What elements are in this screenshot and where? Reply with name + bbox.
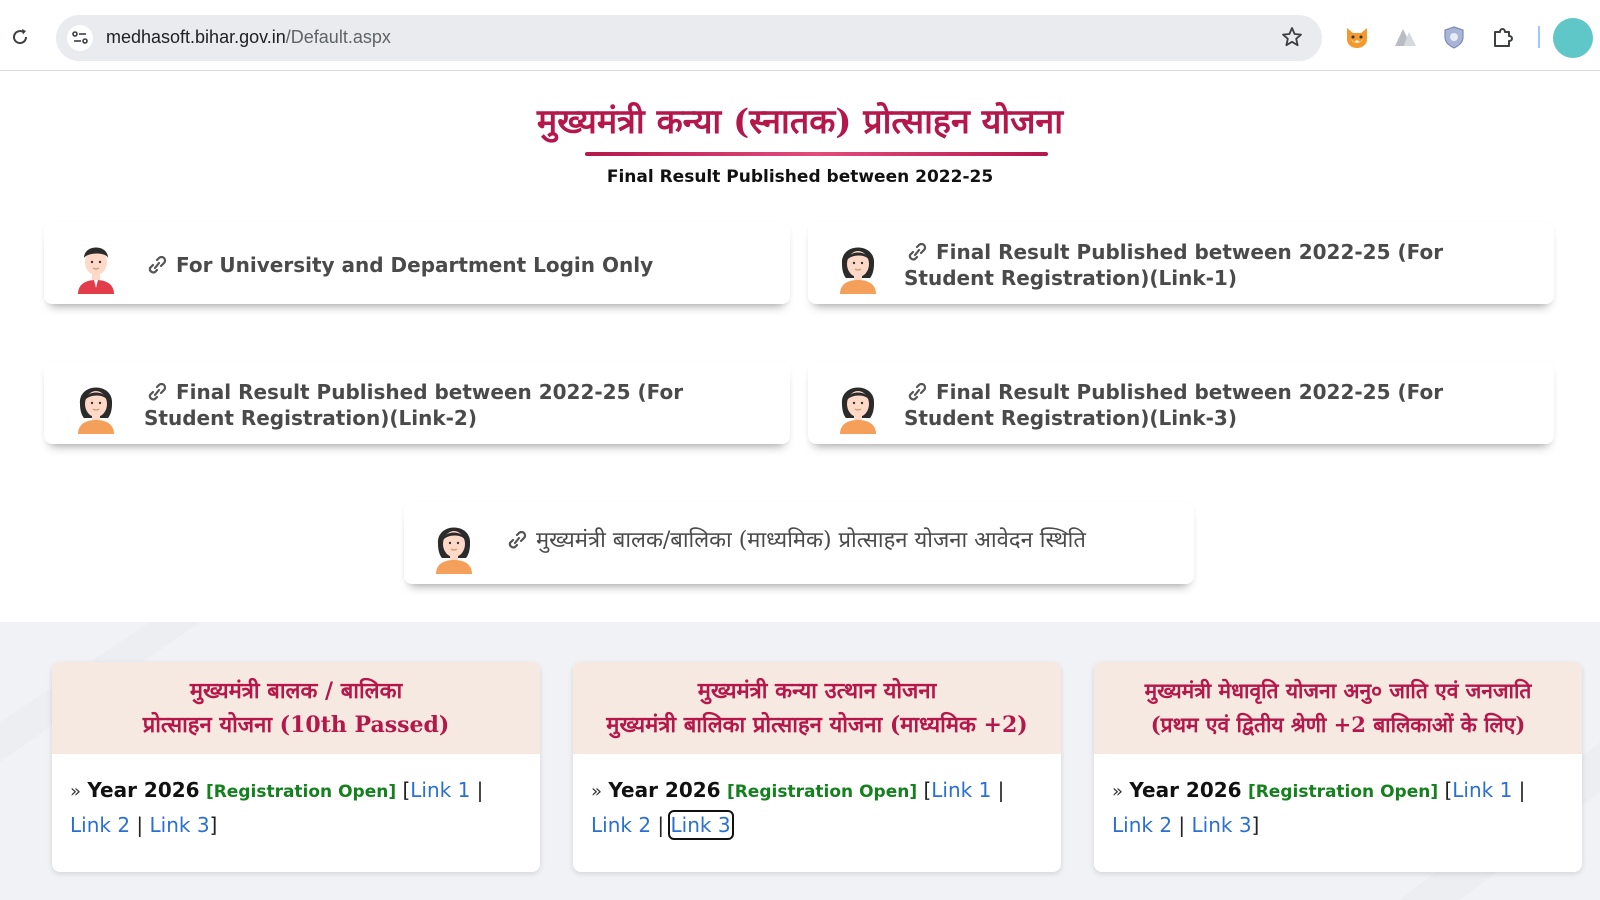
reload-icon[interactable] xyxy=(8,25,32,49)
female-user-icon xyxy=(432,514,476,574)
final-result-link-1-card[interactable]: Final Result Published between 2022-25 (… xyxy=(808,222,1554,304)
scheme-link-2[interactable]: Link 2 xyxy=(70,813,130,837)
link-icon xyxy=(504,531,530,549)
scheme-year: Year 2026 xyxy=(608,778,721,802)
page-subtitle: Final Result Published between 2022-25 xyxy=(606,167,994,187)
male-user-icon xyxy=(74,234,118,294)
university-login-link[interactable]: For University and Department Login Only xyxy=(176,253,653,277)
scheme-card-10th: मुख्यमंत्री बालक / बालिका प्रोत्साहन योज… xyxy=(52,662,540,872)
puzzle-extensions-icon[interactable] xyxy=(1490,24,1516,50)
toolbar-divider xyxy=(1538,26,1540,48)
url-host: medhasoft.bihar.gov.in xyxy=(106,27,286,47)
final-result-link-3-card[interactable]: Final Result Published between 2022-25 (… xyxy=(808,362,1554,444)
chevron-double-right-icon: » xyxy=(1112,781,1124,802)
application-status-link[interactable]: मुख्यमंत्री बालक/बालिका (माध्यमिक) प्रोत… xyxy=(536,528,1086,553)
chevron-double-right-icon: » xyxy=(70,781,82,802)
bookmark-star-icon[interactable] xyxy=(1280,25,1304,49)
scheme-title-line1: मुख्यमंत्री बालक / बालिका xyxy=(189,678,403,704)
registration-status: [Registration Open] xyxy=(1247,782,1439,802)
scheme-title-line1: मुख्यमंत्री मेधावृति योजना अनु० जाति एवं… xyxy=(1144,678,1532,703)
scheme-link-1[interactable]: Link 1 xyxy=(1452,778,1512,802)
title-underline xyxy=(585,152,1048,156)
shield-extension-icon[interactable] xyxy=(1441,24,1467,50)
mountain-extension-icon[interactable] xyxy=(1392,24,1418,50)
scheme-link-2[interactable]: Link 2 xyxy=(1112,813,1172,837)
link-icon xyxy=(904,243,930,261)
scheme-year: Year 2026 xyxy=(1129,778,1242,802)
scheme-link-1[interactable]: Link 1 xyxy=(931,778,991,802)
final-result-link-3[interactable]: Final Result Published between 2022-25 (… xyxy=(904,380,1443,430)
scheme-title-line1: मुख्यमंत्री कन्या उत्थान योजना xyxy=(697,678,937,704)
scheme-body: » Year 2026 [Registration Open] [Link 1 … xyxy=(70,778,484,837)
scheme-header: मुख्यमंत्री कन्या उत्थान योजना मुख्यमंत्… xyxy=(573,662,1061,754)
scheme-card-kanya-utthan: मुख्यमंत्री कन्या उत्थान योजना मुख्यमंत्… xyxy=(573,662,1061,872)
schemes-panel: मुख्यमंत्री बालक / बालिका प्रोत्साहन योज… xyxy=(0,622,1600,900)
fox-extension-icon[interactable] xyxy=(1344,24,1370,50)
scheme-title-line2: (प्रथम एवं द्वितीय श्रेणी +2 बालिकाओं के… xyxy=(1150,712,1526,737)
scheme-body: » Year 2026 [Registration Open] [Link 1 … xyxy=(591,778,1005,840)
url-text[interactable]: medhasoft.bihar.gov.in/Default.aspx xyxy=(106,27,391,48)
scheme-year: Year 2026 xyxy=(87,778,200,802)
scheme-title-line2: मुख्यमंत्री बालिका प्रोत्साहन योजना (माध… xyxy=(606,712,1028,738)
scheme-link-3[interactable]: Link 3 xyxy=(667,810,734,840)
final-result-link-2[interactable]: Final Result Published between 2022-25 (… xyxy=(144,380,683,430)
final-result-link-1[interactable]: Final Result Published between 2022-25 (… xyxy=(904,240,1443,290)
link-icon xyxy=(144,256,170,274)
university-login-link-card[interactable]: For University and Department Login Only xyxy=(44,222,790,304)
scheme-title-line2: प्रोत्साहन योजना (10th Passed) xyxy=(142,712,450,738)
url-path: /Default.aspx xyxy=(285,27,391,47)
scheme-link-3[interactable]: Link 3 xyxy=(1192,813,1252,837)
application-status-link-card[interactable]: मुख्यमंत्री बालक/बालिका (माध्यमिक) प्रोत… xyxy=(404,502,1194,584)
address-bar[interactable]: medhasoft.bihar.gov.in/Default.aspx xyxy=(56,15,1322,61)
link-icon xyxy=(144,383,170,401)
site-info-icon[interactable] xyxy=(66,24,94,52)
page-title: मुख्यमंत्री कन्या (स्नातक) प्रोत्साहन यो… xyxy=(536,102,1064,142)
registration-status: [Registration Open] xyxy=(205,782,397,802)
female-user-icon xyxy=(836,374,880,434)
scheme-body: » Year 2026 [Registration Open] [Link 1 … xyxy=(1112,778,1526,837)
scheme-card-medhavriti: मुख्यमंत्री मेधावृति योजना अनु० जाति एवं… xyxy=(1094,662,1582,872)
browser-toolbar: medhasoft.bihar.gov.in/Default.aspx xyxy=(0,0,1600,71)
final-result-link-2-card[interactable]: Final Result Published between 2022-25 (… xyxy=(44,362,790,444)
registration-status: [Registration Open] xyxy=(726,782,918,802)
chevron-double-right-icon: » xyxy=(591,781,603,802)
scheme-link-2[interactable]: Link 2 xyxy=(591,813,651,837)
female-user-icon xyxy=(74,374,118,434)
scheme-header: मुख्यमंत्री मेधावृति योजना अनु० जाति एवं… xyxy=(1094,662,1582,754)
scheme-link-1[interactable]: Link 1 xyxy=(410,778,470,802)
scheme-link-3[interactable]: Link 3 xyxy=(150,813,210,837)
profile-avatar[interactable] xyxy=(1553,18,1593,58)
scheme-header: मुख्यमंत्री बालक / बालिका प्रोत्साहन योज… xyxy=(52,662,540,754)
female-user-icon xyxy=(836,234,880,294)
link-icon xyxy=(904,383,930,401)
